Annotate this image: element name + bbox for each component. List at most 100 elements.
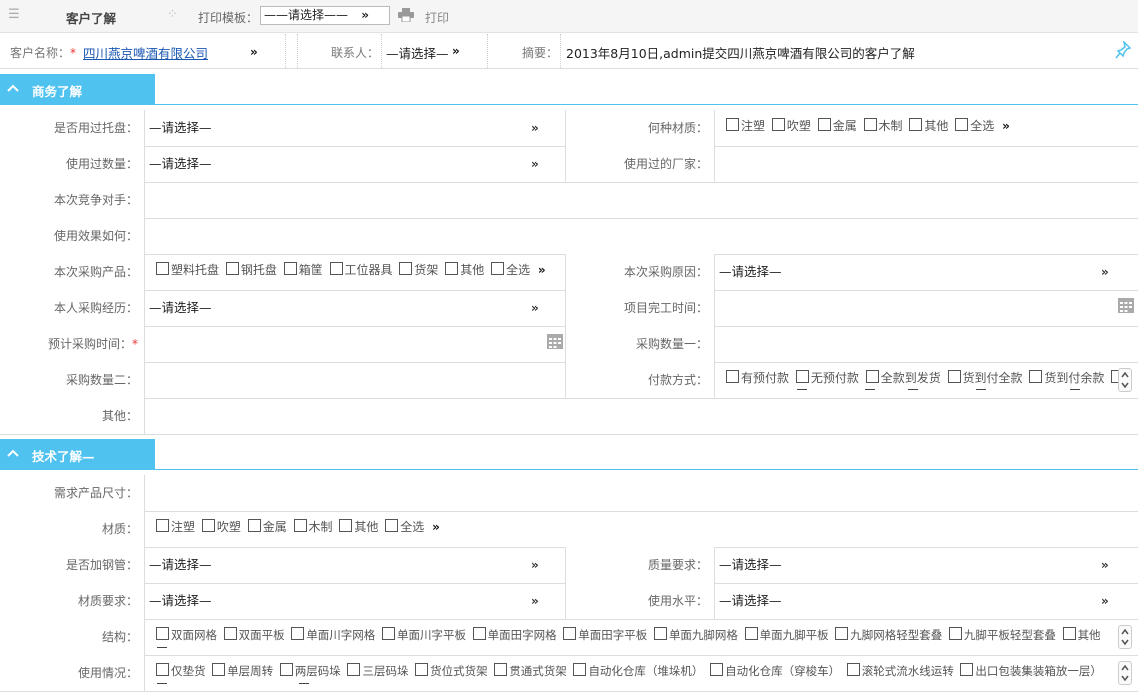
checkbox[interactable] xyxy=(744,627,758,640)
checkbox[interactable] xyxy=(865,370,879,383)
scroll-stepper[interactable] xyxy=(1118,368,1132,392)
print-button[interactable]: 打印 xyxy=(425,9,449,26)
usage-checkbox-group[interactable]: 仅垫货 单层周转 两层码垛 三层码垛 货位式货架 贯通式货架 自动化仓库（堆垛机… xyxy=(153,653,1102,689)
checkbox[interactable] xyxy=(817,118,831,131)
drag-handle-icon[interactable]: ⁘ xyxy=(167,8,178,21)
form-row: 本人采购经历： —请选择— » 项目完工时间： xyxy=(0,290,1138,327)
chevron-double-right-icon[interactable]: » xyxy=(531,110,539,146)
section-business-header[interactable]: 商务了解 xyxy=(0,74,1138,105)
chevron-double-right-icon[interactable]: » xyxy=(538,263,546,277)
checkbox[interactable] xyxy=(726,118,739,131)
steel-select[interactable]: —请选择— xyxy=(149,547,212,583)
contact-select[interactable]: —请选择— xyxy=(386,43,449,62)
checkbox[interactable] xyxy=(472,627,486,640)
menu-icon[interactable]: ☰ xyxy=(8,8,22,22)
summary-value[interactable]: 2013年8月10日,admin提交四川燕京啤酒有限公司的客户了解 xyxy=(566,43,915,62)
checkbox[interactable] xyxy=(445,262,459,275)
chevron-up-icon xyxy=(7,84,19,92)
checkbox[interactable] xyxy=(710,663,724,676)
quality-label: 质量要求： xyxy=(565,547,715,583)
checkbox[interactable] xyxy=(909,118,923,131)
checkbox[interactable] xyxy=(381,627,395,640)
checkbox[interactable] xyxy=(201,519,215,532)
checkbox[interactable] xyxy=(835,627,849,640)
checkbox[interactable] xyxy=(212,663,226,676)
checkbox[interactable] xyxy=(156,262,169,275)
form-row: 使用过数量： —请选择— » 使用过的厂家： xyxy=(0,146,1138,183)
pin-icon[interactable] xyxy=(1115,41,1131,59)
chevron-double-right-icon[interactable]: » xyxy=(531,547,539,583)
checkbox[interactable] xyxy=(156,627,169,640)
checkbox[interactable] xyxy=(795,370,809,383)
material-req-select[interactable]: —请选择— xyxy=(149,583,212,619)
checkbox[interactable] xyxy=(291,627,305,640)
chevron-double-right-icon[interactable]: » xyxy=(1002,119,1010,133)
contact-chevron-icon[interactable]: » xyxy=(452,44,460,58)
chevron-double-right-icon[interactable]: » xyxy=(1101,583,1109,619)
product-label: 本次采购产品： xyxy=(0,254,145,290)
checkbox[interactable] xyxy=(339,519,353,532)
form-row: 使用效果如何： xyxy=(0,218,1138,255)
checkbox[interactable] xyxy=(653,627,667,640)
customer-name-label: 客户名称：* xyxy=(10,46,77,60)
customer-select-chevron-icon[interactable]: » xyxy=(250,45,258,59)
section-tech-tab[interactable]: 技术了解— xyxy=(0,439,155,469)
checkbox[interactable] xyxy=(1062,627,1076,640)
checkbox[interactable] xyxy=(329,262,343,275)
scroll-stepper[interactable] xyxy=(1118,661,1132,685)
calendar-icon[interactable] xyxy=(1118,297,1134,313)
section-tech-header[interactable]: 技术了解— xyxy=(0,439,1138,470)
checkbox[interactable] xyxy=(491,262,505,275)
checkbox[interactable] xyxy=(399,262,413,275)
checkbox[interactable] xyxy=(247,519,261,532)
checkbox[interactable] xyxy=(1029,370,1043,383)
material-checkbox-group[interactable]: 注塑 吹塑 金属 木制 其他 全选 » xyxy=(723,108,1010,144)
checkbox[interactable] xyxy=(494,663,508,676)
toolbar: ☰ 客户了解 ⁘ 打印模板： ——请选择—— » 打印 xyxy=(0,0,1138,33)
checkbox[interactable] xyxy=(960,663,974,676)
checkbox[interactable] xyxy=(726,370,739,383)
chevron-double-right-icon[interactable]: » xyxy=(1101,254,1109,290)
qty-used-select[interactable]: —请选择— xyxy=(149,146,212,182)
experience-select[interactable]: —请选择— xyxy=(149,290,212,326)
checkbox[interactable] xyxy=(863,118,877,131)
structure-checkbox-group[interactable]: 双面网格 双面平板 单面川字网格 单面川字平板 单面田字网格 单面田字平板 单面… xyxy=(153,617,1101,653)
product-checkbox-group[interactable]: 塑料托盘 钢托盘 箱筐 工位器具 货架 其他 全选 » xyxy=(153,252,546,288)
expected-time-label: 预计采购时间：* xyxy=(0,326,145,362)
quality-select[interactable]: —请选择— xyxy=(719,547,782,583)
checkbox[interactable] xyxy=(347,663,361,676)
reason-select[interactable]: —请选择— xyxy=(719,254,782,290)
checkbox[interactable] xyxy=(156,663,169,676)
section-business-tab[interactable]: 商务了解 xyxy=(0,74,155,104)
checkbox[interactable] xyxy=(415,663,429,676)
checkbox[interactable] xyxy=(955,118,969,131)
checkbox[interactable] xyxy=(947,370,961,383)
printer-icon[interactable] xyxy=(398,8,414,22)
checkbox[interactable] xyxy=(225,262,239,275)
chevron-double-right-icon[interactable]: » xyxy=(531,290,539,326)
checkbox[interactable] xyxy=(283,262,297,275)
checkbox[interactable] xyxy=(771,118,785,131)
checkbox[interactable] xyxy=(156,519,169,532)
checkbox[interactable] xyxy=(279,663,293,676)
checkbox[interactable] xyxy=(846,663,860,676)
chevron-double-right-icon[interactable]: » xyxy=(1101,547,1109,583)
checkbox[interactable] xyxy=(563,627,577,640)
checkbox[interactable] xyxy=(385,519,399,532)
print-template-select[interactable]: ——请选择—— » xyxy=(260,6,390,25)
tech-material-checkbox-group[interactable]: 注塑 吹塑 金属 木制 其他 全选 » xyxy=(153,509,440,545)
customer-name-link[interactable]: 四川燕京啤酒有限公司 xyxy=(83,43,208,62)
level-select[interactable]: —请选择— xyxy=(719,583,782,619)
checkbox[interactable] xyxy=(293,519,307,532)
checkbox[interactable] xyxy=(948,627,962,640)
form-row: 需求产品尺寸： xyxy=(0,475,1138,512)
scroll-stepper[interactable] xyxy=(1118,625,1132,649)
calendar-icon[interactable] xyxy=(547,333,563,349)
chevron-double-right-icon[interactable]: » xyxy=(531,146,539,182)
chevron-double-right-icon[interactable]: » xyxy=(531,583,539,619)
payment-checkbox-group[interactable]: 有预付款 无预付款 全款到发货 货到付全款 货到付余款 xyxy=(723,360,1126,396)
checkbox[interactable] xyxy=(573,663,587,676)
chevron-double-right-icon[interactable]: » xyxy=(432,520,440,534)
pallet-used-select[interactable]: —请选择— xyxy=(149,110,212,146)
checkbox[interactable] xyxy=(223,627,237,640)
